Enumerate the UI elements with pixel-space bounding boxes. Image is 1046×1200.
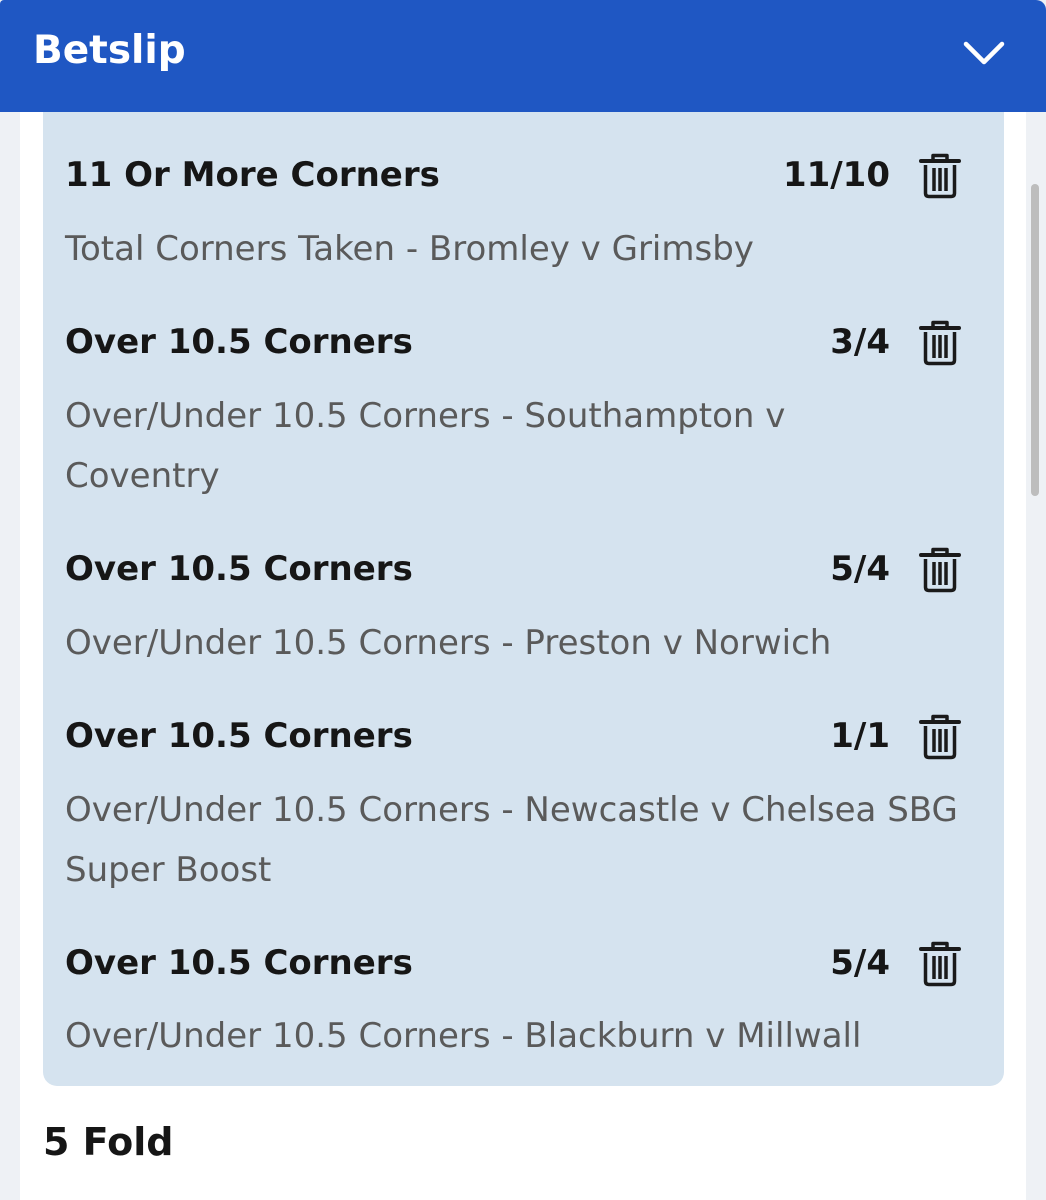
selection-odds: 11/10	[782, 155, 890, 195]
selection-title: Over 10.5 Corners	[65, 943, 413, 983]
selection-odds: 1/1	[830, 716, 890, 756]
chevron-down-icon	[963, 41, 1005, 65]
selection-title: Over 10.5 Corners	[65, 322, 413, 362]
trash-icon	[919, 153, 961, 199]
trash-icon	[919, 547, 961, 593]
trash-icon	[919, 320, 961, 366]
selection-description: Over/Under 10.5 Corners - Newcastle v Ch…	[65, 790, 958, 890]
selection-title: Over 10.5 Corners	[65, 549, 413, 589]
remove-selection-button[interactable]	[919, 714, 961, 760]
betslip-header[interactable]: Betslip	[0, 0, 1046, 112]
selection-odds: 3/4	[830, 322, 890, 362]
betslip-title: Betslip	[33, 28, 186, 73]
selection-description: Total Corners Taken - Bromley v Grimsby	[65, 229, 754, 269]
trash-icon	[919, 941, 961, 987]
selection-title: 11 Or More Corners	[65, 155, 440, 195]
remove-selection-button[interactable]	[919, 941, 961, 987]
remove-selection-button[interactable]	[919, 547, 961, 593]
scrollbar[interactable]	[1031, 184, 1039, 496]
remove-selection-button[interactable]	[919, 153, 961, 199]
selection-odds: 5/4	[830, 943, 890, 983]
betslip-page: Betslip 11 Or More Corners 11/10 Total C…	[0, 0, 1046, 1200]
selection-description: Over/Under 10.5 Corners - Blackburn v Mi…	[65, 1016, 862, 1056]
selection-odds: 5/4	[830, 549, 890, 589]
bet-type-label: 5 Fold	[43, 1120, 174, 1164]
selection-description: Over/Under 10.5 Corners - Southampton v …	[65, 396, 786, 496]
selection-title: Over 10.5 Corners	[65, 716, 413, 756]
collapse-button[interactable]	[958, 36, 1010, 74]
trash-icon	[919, 714, 961, 760]
remove-selection-button[interactable]	[919, 320, 961, 366]
selection-description: Over/Under 10.5 Corners - Preston v Norw…	[65, 623, 832, 663]
